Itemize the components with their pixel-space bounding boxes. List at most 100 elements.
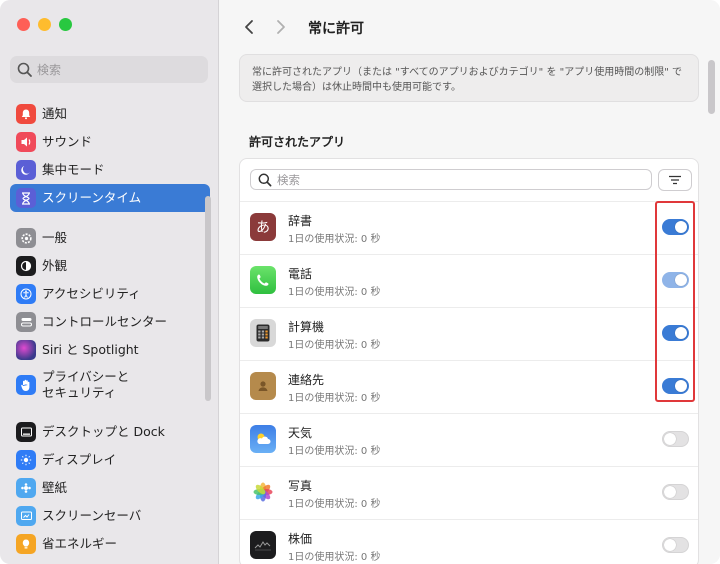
search-icon	[258, 173, 272, 186]
app-name: 株価	[288, 532, 313, 546]
moon-icon	[16, 160, 36, 180]
sidebar-item-focus[interactable]: 集中モード	[10, 156, 210, 184]
chevron-left-icon	[245, 20, 253, 34]
sidebar-item-notifications[interactable]: 通知	[10, 100, 210, 128]
sidebar-item-label: プライバシーと セキュリティ	[42, 369, 129, 401]
app-row-phone: 電話 1日の使用状況: 0 秒	[240, 254, 698, 307]
appearance-icon	[16, 256, 36, 276]
sidebar-item-label: 省エネルギー	[42, 536, 118, 551]
sidebar-item-label-line1: プライバシーと	[42, 369, 130, 384]
sidebar-item-label-line2: セキュリティ	[42, 385, 117, 400]
app-row-dictionary: あ 辞書 1日の使用状況: 0 秒	[240, 201, 698, 254]
sidebar-search-input[interactable]: 検索	[10, 56, 208, 83]
app-search-input[interactable]: 検索	[250, 169, 652, 190]
sidebar-item-sound[interactable]: サウンド	[10, 128, 210, 156]
sidebar-item-wallpaper[interactable]: 壁紙	[10, 474, 210, 502]
app-name: 写真	[288, 479, 313, 493]
toggle-knob	[664, 433, 676, 445]
stocks-icon	[250, 531, 276, 559]
sidebar-item-energy-saver[interactable]: 省エネルギー	[10, 530, 210, 558]
back-button[interactable]	[238, 14, 260, 40]
highlight-annotation	[655, 201, 695, 402]
app-name: 天気	[288, 426, 313, 440]
dictionary-icon: あ	[250, 213, 276, 241]
app-name: 辞書	[288, 214, 313, 228]
window-controls	[17, 18, 72, 31]
sidebar-item-label: ディスプレイ	[42, 452, 117, 467]
app-toggle-weather[interactable]	[662, 431, 689, 447]
zoom-window-button[interactable]	[59, 18, 72, 31]
dock-icon	[16, 422, 36, 442]
sidebar-item-siri-spotlight[interactable]: Siri と Spotlight	[10, 336, 210, 364]
sidebar-item-label: デスクトップと Dock	[42, 424, 165, 439]
sidebar-item-label: 壁紙	[42, 480, 68, 495]
battery-icon	[16, 534, 36, 554]
app-usage: 1日の使用状況: 0 秒	[288, 393, 381, 404]
sidebar-search-placeholder: 検索	[37, 63, 62, 77]
sidebar-item-label: Siri と Spotlight	[42, 342, 139, 357]
sidebar-item-label: コントロールセンター	[42, 314, 168, 329]
app-name: 電話	[288, 267, 313, 281]
sidebar-item-screen-time[interactable]: スクリーンタイム	[10, 184, 210, 212]
photos-icon	[250, 478, 276, 506]
close-window-button[interactable]	[17, 18, 30, 31]
accessibility-icon	[16, 284, 36, 304]
weather-icon	[250, 425, 276, 453]
sidebar-item-label: 外観	[42, 258, 68, 273]
sidebar-item-label: 通知	[42, 106, 68, 121]
sidebar-item-label: 集中モード	[42, 162, 105, 177]
filter-button[interactable]	[658, 169, 692, 191]
screensaver-icon	[16, 506, 36, 526]
app-usage: 1日の使用状況: 0 秒	[288, 287, 381, 298]
app-toggle-photos[interactable]	[662, 484, 689, 500]
sidebar-separator	[10, 212, 210, 224]
chevron-right-icon	[277, 20, 285, 34]
search-icon	[17, 62, 32, 77]
sidebar-list: 通知 サウンド 集中モード スクリーンタイム 一般 外観 アクセシビリティ コン…	[10, 100, 210, 558]
filter-icon	[669, 175, 681, 185]
navigation-controls	[238, 14, 292, 40]
app-row-photos: 写真 1日の使用状況: 0 秒	[240, 466, 698, 519]
sidebar-item-privacy-security[interactable]: プライバシーと セキュリティ	[10, 364, 210, 406]
toggle-knob	[664, 486, 676, 498]
app-toggle-stocks[interactable]	[662, 537, 689, 553]
sidebar-item-label: スクリーンセーバ	[42, 508, 142, 523]
hourglass-icon	[16, 188, 36, 208]
calculator-icon	[250, 319, 276, 347]
sidebar-item-desktop-dock[interactable]: デスクトップと Dock	[10, 418, 210, 446]
app-usage: 1日の使用状況: 0 秒	[288, 499, 381, 510]
app-row-contacts: 連絡先 1日の使用状況: 0 秒	[240, 360, 698, 413]
sidebar: 検索 通知 サウンド 集中モード スクリーンタイム 一般 外観 アクセシビリティ…	[0, 0, 219, 564]
allowed-apps-card: 検索 あ 辞書 1日の使用状況: 0 秒 電話 1日の使用状況: 0 秒 計算機…	[239, 158, 699, 564]
app-name: 計算機	[288, 320, 325, 334]
sidebar-separator	[10, 406, 210, 418]
main-scrollbar[interactable]	[708, 60, 715, 114]
app-usage: 1日の使用状況: 0 秒	[288, 340, 381, 351]
minimize-window-button[interactable]	[38, 18, 51, 31]
wallpaper-icon	[16, 478, 36, 498]
sidebar-item-screensaver[interactable]: スクリーンセーバ	[10, 502, 210, 530]
app-name: 連絡先	[288, 373, 325, 387]
bell-icon	[16, 104, 36, 124]
sidebar-item-appearance[interactable]: 外観	[10, 252, 210, 280]
sidebar-item-label: 一般	[42, 230, 68, 245]
app-usage: 1日の使用状況: 0 秒	[288, 446, 381, 457]
sidebar-item-label: サウンド	[42, 134, 93, 149]
sidebar-scrollbar[interactable]	[205, 196, 211, 401]
toggle-knob	[664, 539, 676, 551]
sidebar-item-displays[interactable]: ディスプレイ	[10, 446, 210, 474]
description-text: 常に許可されたアプリ（または "すべてのアプリおよびカテゴリ" を "アプリ使用…	[239, 54, 699, 102]
hand-icon	[16, 375, 36, 395]
page-title: 常に許可	[308, 21, 364, 37]
sidebar-item-control-center[interactable]: コントロールセンター	[10, 308, 210, 336]
gear-icon	[16, 228, 36, 248]
sidebar-item-accessibility[interactable]: アクセシビリティ	[10, 280, 210, 308]
app-row-calculator: 計算機 1日の使用状況: 0 秒	[240, 307, 698, 360]
sidebar-item-label: アクセシビリティ	[42, 286, 141, 301]
sidebar-item-general[interactable]: 一般	[10, 224, 210, 252]
app-usage: 1日の使用状況: 0 秒	[288, 552, 381, 563]
forward-button[interactable]	[270, 14, 292, 40]
siri-icon	[16, 340, 36, 360]
app-row-stocks: 株価 1日の使用状況: 0 秒	[240, 519, 698, 564]
app-usage: 1日の使用状況: 0 秒	[288, 234, 381, 245]
